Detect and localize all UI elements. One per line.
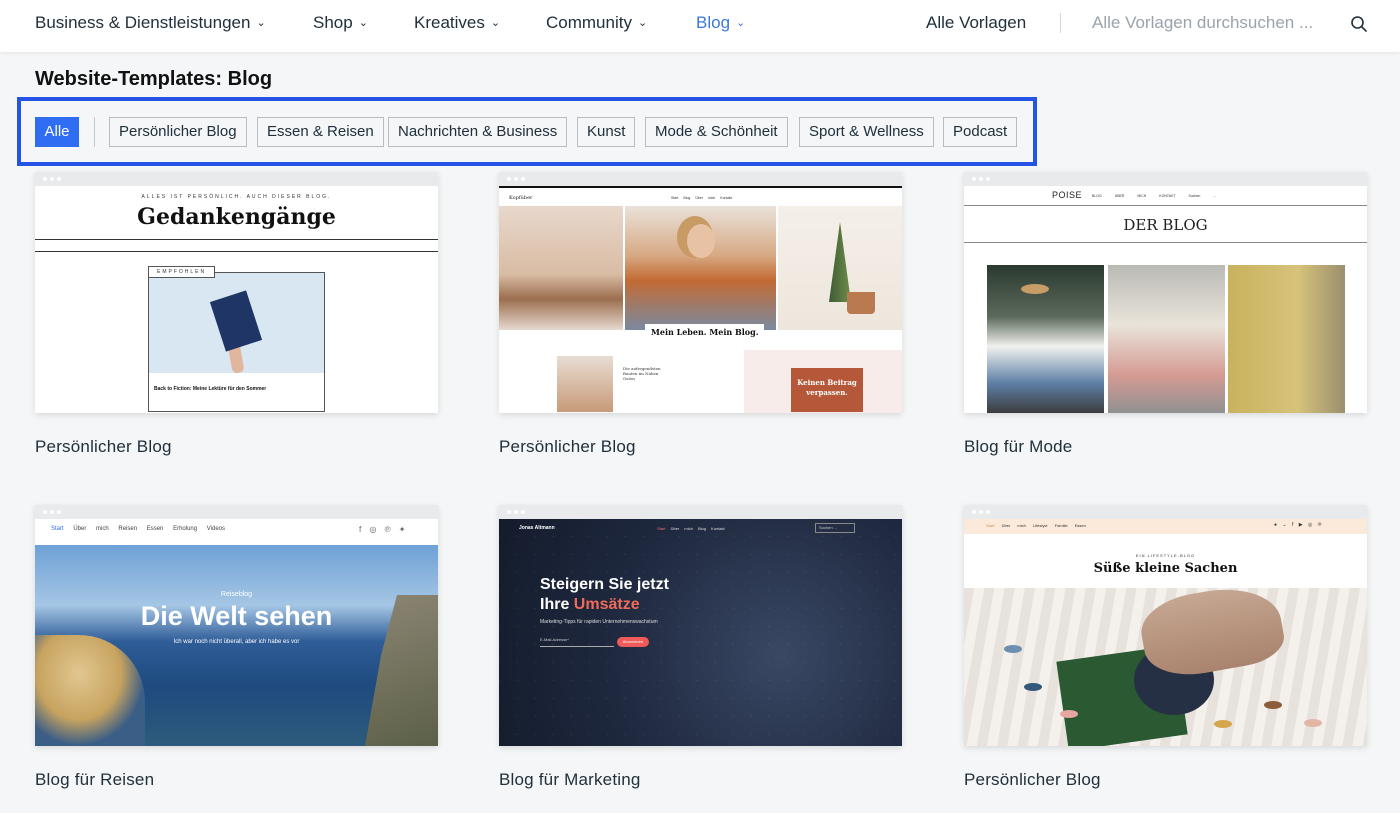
preview-menu: Start Über mich Reisen Essen Erholung Vi… [51,526,226,532]
template-card[interactable]: POISE BLOG ÜBER MICH KONTAKT Suchen ... … [964,172,1367,457]
preview-email-input: E-Mail-Adresse* [540,637,614,647]
all-templates-link[interactable]: Alle Vorlagen [926,13,1026,33]
browser-bar [35,172,438,186]
template-card[interactable]: Kopfüber Start Blog Über mich Kontakt Me… [499,172,902,457]
template-card[interactable]: Start Über mich Lifestyle Familie Essen … [964,505,1367,790]
template-label[interactable]: Blog für Marketing [499,770,902,790]
chevron-down-icon: ⌄ [490,17,501,29]
template-card[interactable]: Jonas Altmann Start Über mich Blog Konta… [499,505,902,790]
filter-separator [94,117,95,147]
browser-bar [35,505,438,519]
preview-subtitle: Marketing-Tipps für rapiden Unternehmens… [540,619,658,625]
preview-menu: Start Über mich Blog Kontakt [657,526,725,531]
chevron-down-icon: ⌄ [736,17,746,29]
filter-chip-kunst[interactable]: Kunst [577,117,636,147]
preview-image [1228,265,1345,413]
template-label[interactable]: Blog für Mode [964,437,1367,457]
preview-image [1108,265,1225,413]
preview-menu: BLOG ÜBER MICH KONTAKT Suchen ... [1092,194,1217,198]
preview-image [149,273,324,374]
nav-item-label: Blog [696,13,731,32]
preview-kicker: EIN LIFESTYLE-BLOG [1135,553,1196,558]
search-input[interactable] [1092,13,1332,33]
nav-item-label: Shop [313,13,353,32]
browser-bar [964,505,1367,519]
nav-item-label: Community [546,13,632,32]
nav-item-kreatives[interactable]: Kreatives ⌄ [414,13,500,33]
nav-item-shop[interactable]: Shop ⌄ [313,13,368,33]
template-thumbnail[interactable]: Kopfüber Start Blog Über mich Kontakt Me… [499,172,902,413]
template-thumbnail[interactable]: Start Über mich Reisen Essen Erholung Vi… [35,505,438,746]
book-image [209,290,263,352]
nav-item-business[interactable]: Business & Dienstleistungen ⌄ [35,13,266,33]
browser-bar [964,172,1367,186]
nav-item-community[interactable]: Community ⌄ [546,13,647,33]
preview-title: DER BLOG [1123,216,1208,234]
page-title: Website-Templates: Blog [35,68,273,90]
preview-image [499,206,623,330]
template-label[interactable]: Blog für Reisen [35,770,438,790]
filter-chip-alle[interactable]: Alle [35,117,79,147]
chevron-down-icon: ⌄ [358,17,368,29]
chevron-down-icon: ⌄ [256,17,266,29]
template-label[interactable]: Persönlicher Blog [499,437,902,457]
preview-title: Die Welt sehen [140,601,333,631]
filter-chip-essen-reisen[interactable]: Essen & Reisen [257,117,384,147]
filter-chip-mode-schoenheit[interactable]: Mode & Schönheit [645,117,788,147]
nav-divider [1060,13,1061,33]
filter-chip-persoenlicher-blog[interactable]: Persönlicher Blog [109,117,247,147]
preview-logo: POISE [1052,190,1083,200]
preview-menu: Start Über mich Lifestyle Familie Essen [986,523,1086,528]
preview-title: Steigern Sie jetzt Ihre Umsätze [540,576,669,613]
nav-item-label: Kreatives [414,13,485,32]
preview-post-title: Back to Fiction: Meine Lektüre für den S… [154,386,267,392]
preview-kicker: Reiseblog [220,591,253,598]
template-card[interactable]: Start Über mich Reisen Essen Erholung Vi… [35,505,438,790]
preview-logo: Kopfüber [509,195,533,201]
template-label[interactable]: Persönlicher Blog [35,437,438,457]
preview-search: Suchen ... [815,523,855,533]
browser-bar [499,505,902,519]
browser-bar [499,172,902,186]
preview-tagline: ALLES IST PERSÖNLICH. AUCH DIESER BLOG. [141,194,332,200]
filter-chip-podcast[interactable]: Podcast [943,117,1018,147]
preview-title: Gedankengänge [137,204,336,230]
template-thumbnail[interactable]: ALLES IST PERSÖNLICH. AUCH DIESER BLOG. … [35,172,438,413]
filter-chip-sport-wellness[interactable]: Sport & Wellness [799,117,934,147]
template-label[interactable]: Persönlicher Blog [964,770,1367,790]
nav-item-label: Business & Dienstleistungen [35,13,251,32]
preview-feature-post: Back to Fiction: Meine Lektüre für den S… [148,272,325,412]
chevron-down-icon: ⌄ [637,17,648,29]
social-icons: f ◎ ℗ ✦ [359,525,406,534]
preview-caption: Mein Leben. Mein Blog. [645,324,765,340]
preview-cta: Keinen Beitrag verpassen. [791,368,863,412]
preview-title: Süße kleine Sachen [1093,561,1238,576]
template-card[interactable]: ALLES IST PERSÖNLICH. AUCH DIESER BLOG. … [35,172,438,457]
template-thumbnail[interactable]: Jonas Altmann Start Über mich Blog Konta… [499,505,902,746]
search-icon[interactable] [1350,15,1368,33]
top-navigation: Business & Dienstleistungen ⌄ Shop ⌄ Kreat… [0,0,1400,52]
preview-subscribe-button: Abonnieren [617,637,649,647]
preview-menu: Start Blog Über mich Kontakt [671,196,733,200]
social-icons: ● ⌄ f ▶ ◎ ℗ [1274,522,1322,528]
preview-badge: EMPFOHLEN [148,266,216,278]
template-thumbnail[interactable]: POISE BLOG ÜBER MICH KONTAKT Suchen ... … [964,172,1367,413]
template-thumbnail[interactable]: Start Über mich Lifestyle Familie Essen … [964,505,1367,746]
filter-chip-nachrichten-business[interactable]: Nachrichten & Business [388,117,568,147]
preview-post-title: Die aufregendsten Bauten im Nahen Osten [623,366,661,381]
nav-item-blog[interactable]: Blog ⌄ [696,13,745,33]
preview-subtitle: Ich war noch nicht überall, aber ich hab… [173,639,300,645]
preview-logo: Jonas Altmann [519,525,555,531]
preview-image [557,356,613,412]
